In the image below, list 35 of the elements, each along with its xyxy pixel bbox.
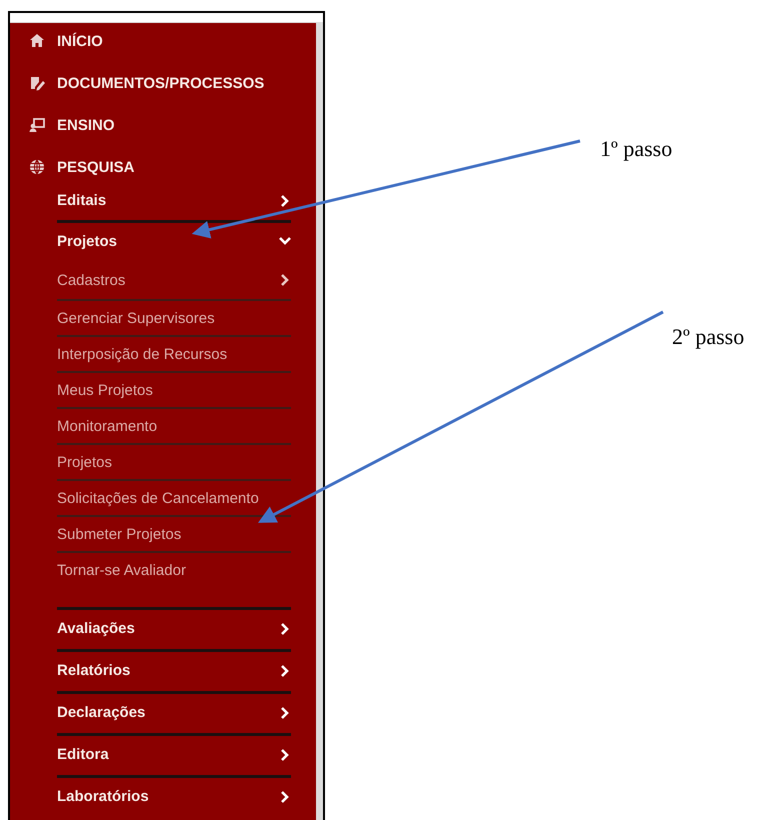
chevron-right-icon	[279, 194, 291, 206]
submenu-item[interactable]: Editora	[57, 733, 291, 775]
submenu-link[interactable]: Submeter Projetos	[57, 515, 291, 551]
submenu-link[interactable]: Interposição de Recursos	[57, 335, 291, 371]
globe-icon	[28, 159, 46, 175]
submenu-link[interactable]: Gerenciar Supervisores	[57, 299, 291, 335]
teacher-board-icon	[28, 117, 46, 133]
submenu-link[interactable]: Tornar-se Avaliador	[57, 551, 291, 587]
chevron-right-icon	[279, 748, 291, 760]
submenu-item[interactable]: Editais	[57, 185, 291, 220]
chevron-down-icon	[279, 235, 291, 247]
menu-item[interactable]: PESQUISA	[57, 158, 135, 176]
submenu-link[interactable]: Cadastros	[57, 261, 291, 299]
chevron-right-icon	[279, 622, 291, 634]
chevron-right-icon	[279, 274, 291, 286]
chevron-right-icon	[279, 664, 291, 676]
submenu-link[interactable]: Projetos	[57, 443, 291, 479]
menu-item[interactable]: ENSINO	[57, 116, 115, 134]
house-icon	[28, 33, 46, 49]
submenu-item[interactable]: Avaliações	[57, 607, 291, 649]
step-label: 2º passo	[672, 324, 744, 350]
submenu-link[interactable]: Solicitações de Cancelamento	[57, 479, 291, 515]
document-pen-icon	[28, 75, 46, 91]
menu-item[interactable]: DOCUMENTOS/PROCESSOS	[57, 74, 264, 92]
submenu-item[interactable]: Projetos	[57, 220, 291, 261]
step-label: 1º passo	[600, 136, 672, 162]
chevron-right-icon	[279, 790, 291, 802]
menu-item[interactable]: INÍCIO	[57, 32, 103, 50]
submenu-item[interactable]: Relatórios	[57, 649, 291, 691]
submenu-item[interactable]: Laboratórios	[57, 775, 291, 817]
submenu-link[interactable]: Meus Projetos	[57, 371, 291, 407]
chevron-right-icon	[279, 706, 291, 718]
submenu-link[interactable]: Monitoramento	[57, 407, 291, 443]
submenu-item[interactable]: Declarações	[57, 691, 291, 733]
scrollbar[interactable]	[316, 23, 323, 820]
